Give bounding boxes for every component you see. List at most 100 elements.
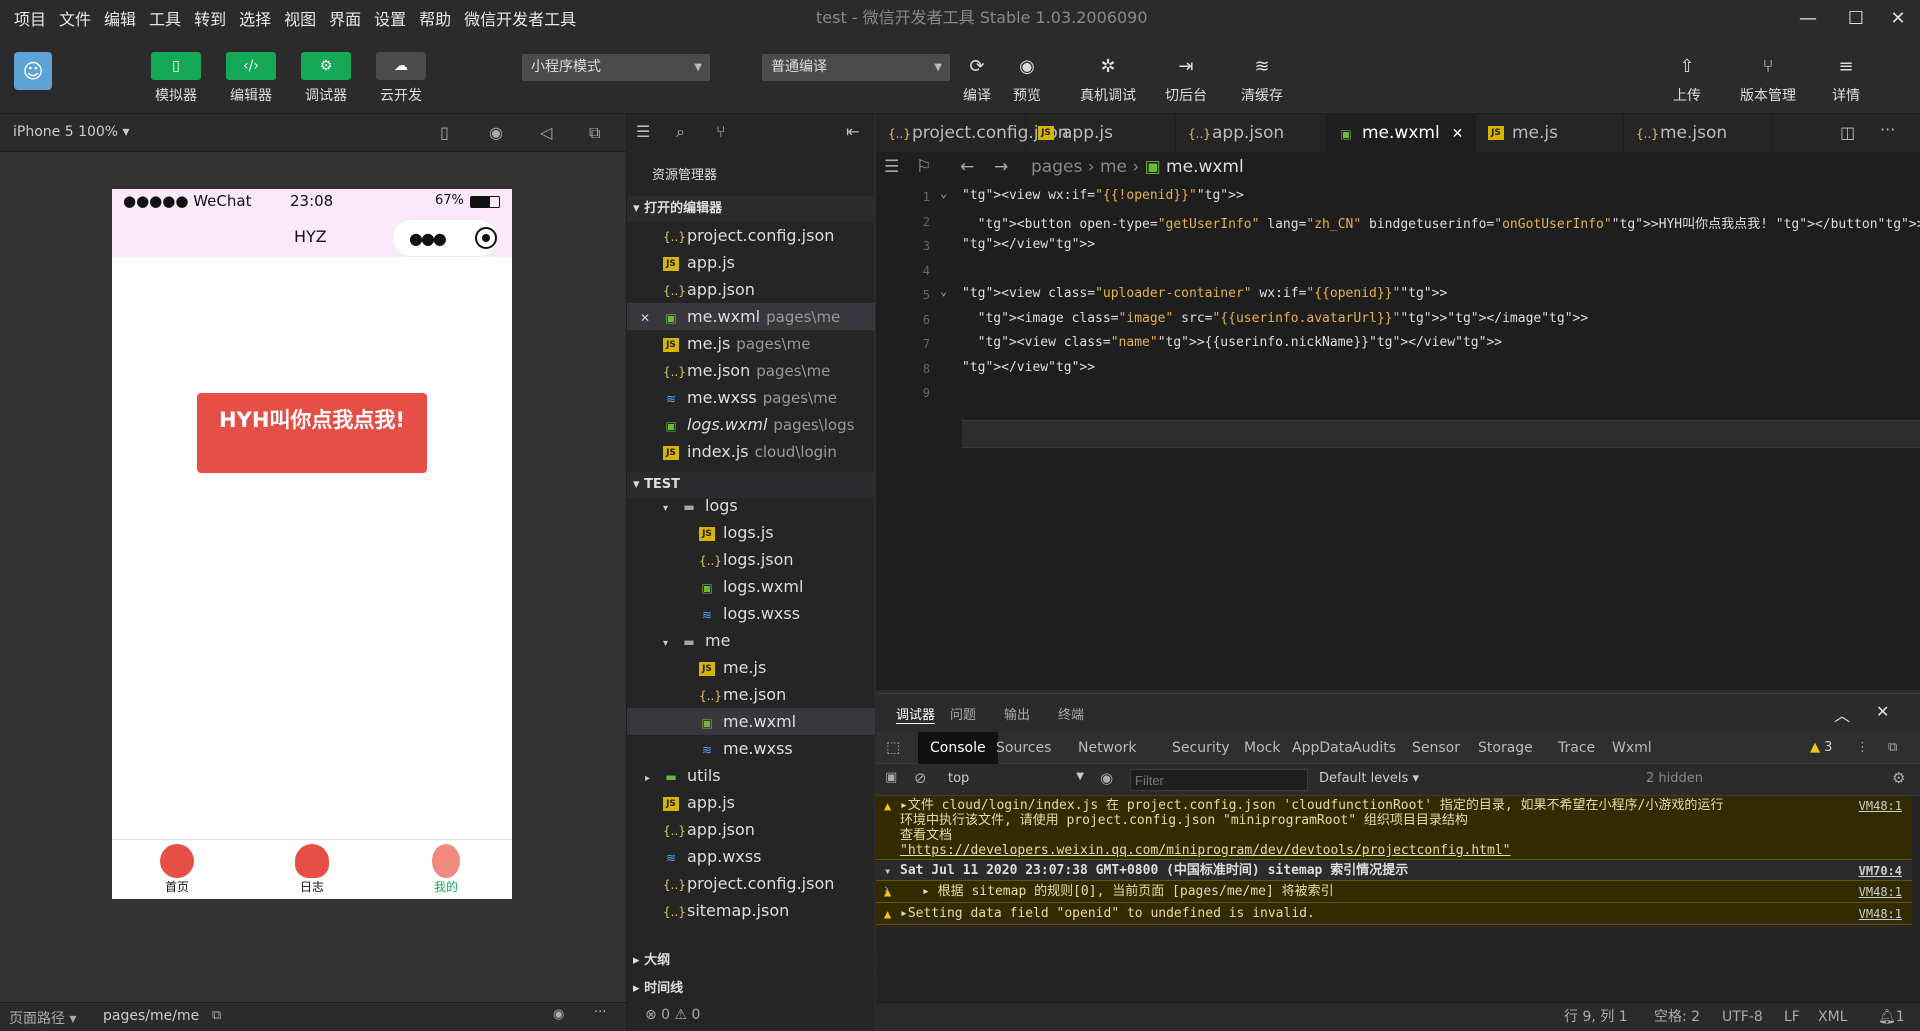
panel-tab[interactable]: 调试器 <box>896 704 936 724</box>
tree-item[interactable]: JS me.js <box>627 654 875 681</box>
close-window-icon[interactable]: ✕ <box>1874 0 1920 36</box>
open-editor-item[interactable]: JS index.js cloud\login <box>627 438 875 465</box>
bookmark-icon[interactable]: ⚐ <box>916 152 931 182</box>
collapse-panel-icon[interactable]: ⇤ <box>846 122 859 141</box>
minimize-icon[interactable]: — <box>1784 0 1832 36</box>
menu-item[interactable]: 微信开发者工具 <box>464 6 576 30</box>
real-debug-button[interactable]: ✲ 真机调试 <box>1078 52 1138 105</box>
message-source-link[interactable]: VM48:1 <box>1859 881 1902 903</box>
console-prompt[interactable]: › <box>884 882 889 897</box>
details-button[interactable]: ≡ 详情 <box>1818 52 1874 105</box>
more-icon[interactable]: ●●● <box>409 229 447 248</box>
eol[interactable]: LF <box>1784 1003 1800 1031</box>
tree-item[interactable]: {..}project.config.json <box>627 870 875 897</box>
panel-tab[interactable]: 问题 <box>950 704 976 723</box>
open-editor-item[interactable]: ✕ ▣ me.wxml pages\me <box>627 303 875 330</box>
branch-icon[interactable]: ⑂ <box>716 122 726 141</box>
open-editor-item[interactable]: {..}project.config.json <box>627 222 875 249</box>
problems-count[interactable]: ⊗ 0 ⚠ 0 <box>645 1007 700 1023</box>
more-icon[interactable]: ⋮ <box>1856 732 1869 764</box>
eye-icon[interactable]: ◉ <box>1100 769 1113 787</box>
tree-item[interactable]: ▾ ▬ logs <box>627 498 875 519</box>
list-icon[interactable]: ☰ <box>636 122 650 141</box>
fold-chevron-icon[interactable]: ⌄ <box>940 284 947 298</box>
tab-logs[interactable]: 日志 <box>272 844 352 895</box>
tree-item[interactable]: JS logs.js <box>627 519 875 546</box>
phone-icon[interactable]: ▯ <box>440 123 449 142</box>
forward-icon[interactable]: → <box>994 152 1008 182</box>
menu-item[interactable]: 转到 <box>194 6 226 30</box>
indent-setting[interactable]: 空格: 2 <box>1654 1003 1700 1031</box>
code-editor[interactable]: 1 ⌄ "tg"><view wx:if="{{!openid}}""tg">> 2 … <box>876 182 1920 690</box>
tab-me[interactable]: 我的 <box>406 844 486 895</box>
record-icon[interactable]: ◉ <box>489 123 503 142</box>
devtools-tab[interactable]: Network <box>1078 732 1136 764</box>
close-tab-icon[interactable]: ✕ <box>1452 126 1464 142</box>
mode-select[interactable]: 小程序模式 ▼ <box>522 54 710 81</box>
devtools-tab[interactable]: AppData <box>1292 732 1353 764</box>
menu-item[interactable]: 界面 <box>329 6 361 30</box>
close-miniprogram-icon[interactable] <box>474 227 497 249</box>
devtools-tab[interactable]: Storage <box>1478 732 1533 764</box>
open-editor-item[interactable]: {..}app.json <box>627 276 875 303</box>
menu-item[interactable]: 项目 <box>14 6 46 30</box>
tree-item[interactable]: ▸ ▬ utils <box>627 762 875 789</box>
menu-item[interactable]: 视图 <box>284 6 316 30</box>
docs-link[interactable]: "https://developers.weixin.qq.com/minipr… <box>900 843 1510 858</box>
tree-item[interactable]: ≋ logs.wxss <box>627 600 875 627</box>
context-select[interactable]: top ▼ <box>948 771 1084 786</box>
devtools-tab[interactable]: Trace <box>1558 732 1595 764</box>
close-panel-icon[interactable]: ✕ <box>1876 702 1889 721</box>
tree-item[interactable]: ▣ logs.wxml <box>627 573 875 600</box>
page-path-select[interactable]: 页面路径 ▾ <box>9 1008 76 1028</box>
open-editor-item[interactable]: JS app.js <box>627 249 875 276</box>
panel-tab[interactable]: 终端 <box>1058 704 1084 723</box>
more-icon[interactable]: ··· <box>1880 120 1895 139</box>
upload-button[interactable]: ⇧ 上传 <box>1659 52 1715 105</box>
volume-icon[interactable]: ◁ <box>540 123 552 142</box>
devtools-tab[interactable]: Audits <box>1352 732 1396 764</box>
outline-header[interactable]: ▸ 大纲 <box>627 948 875 974</box>
inspect-icon[interactable]: ⬚ <box>886 738 900 756</box>
devtools-tab[interactable]: Security <box>1172 732 1230 764</box>
editor-tab[interactable]: ▣ me.wxml ✕ <box>1326 114 1476 152</box>
maximize-icon[interactable]: ☐ <box>1832 0 1880 36</box>
sidebar-toggle-icon[interactable]: ▣ <box>885 770 897 785</box>
simulator-button[interactable]: ▯ 模拟器 <box>148 52 204 105</box>
capsule-menu[interactable]: ●●● <box>392 219 498 257</box>
get-userinfo-button[interactable]: HYH叫你点我点我! <box>197 393 427 473</box>
version-button[interactable]: ⑂ 版本管理 <box>1734 52 1802 105</box>
editor-tab[interactable]: {..}me.json <box>1624 114 1772 152</box>
chevron-up-icon[interactable]: ︿ <box>1834 702 1850 726</box>
editor-tab[interactable]: {..}project.config.json <box>876 114 1069 152</box>
console-message[interactable]: ▲ ▸ 根据 sitemap 的规则[0], 当前页面 [pages/me/me]… <box>876 881 1912 903</box>
menu-item[interactable]: 帮助 <box>419 6 451 30</box>
close-icon[interactable]: ✕ <box>627 305 663 332</box>
message-source-link[interactable]: VM48:1 <box>1859 799 1902 814</box>
open-editor-item[interactable]: ≋ me.wxss pages\me <box>627 384 875 411</box>
more-icon[interactable]: ··· <box>594 1005 606 1020</box>
devtools-tab[interactable]: Mock <box>1244 732 1280 764</box>
editor-tab[interactable]: JS me.js <box>1476 114 1624 152</box>
message-source-link[interactable]: VM70:4 <box>1859 861 1902 881</box>
cursor-position[interactable]: 行 9, 列 1 <box>1564 1003 1628 1031</box>
tree-item[interactable]: {..}logs.json <box>627 546 875 573</box>
menu-item[interactable]: 选择 <box>239 6 271 30</box>
clear-console-icon[interactable]: ⊘ <box>914 769 927 787</box>
eye-icon[interactable]: ◉ <box>553 1007 564 1022</box>
filter-input[interactable] <box>1130 769 1308 791</box>
encoding[interactable]: UTF-8 <box>1722 1003 1763 1031</box>
language-mode[interactable]: XML <box>1818 1003 1847 1031</box>
tree-item[interactable]: ▾ ▬ me <box>627 627 875 654</box>
devtools-tab[interactable]: Console <box>918 732 998 764</box>
editor-tab[interactable]: JS app.js <box>1026 114 1176 152</box>
console-message[interactable]: ▾ Sat Jul 11 2020 23:07:38 GMT+0800 (中国标准… <box>876 861 1912 881</box>
tree-item[interactable]: JS app.js <box>627 789 875 816</box>
console-message[interactable]: ▲ ▸文件 cloud/login/index.js 在 project.conf… <box>876 796 1912 860</box>
menu-item[interactable]: 文件 <box>59 6 91 30</box>
panel-tab[interactable]: 输出 <box>1004 704 1030 723</box>
avatar[interactable]: ☺ <box>14 52 52 90</box>
breadcrumb-item[interactable]: pages › me › ▣ me.wxml <box>1031 152 1244 182</box>
bell-icon[interactable]: 🔔︎1 <box>1878 1003 1905 1031</box>
open-editor-item[interactable]: {..}me.json pages\me <box>627 357 875 384</box>
